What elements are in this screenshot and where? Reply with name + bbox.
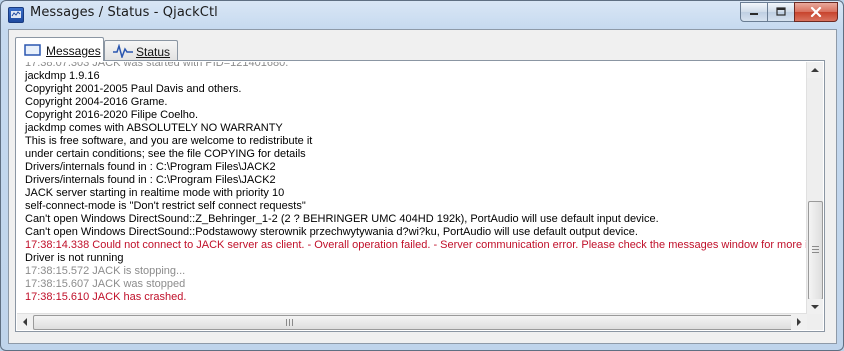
arrow-down-icon [811,305,819,309]
client-area: Messages Status 17:38:07.303 JACK was st… [8,29,837,344]
maximize-button[interactable] [767,2,795,22]
log-line: JACK server starting in realtime mode wi… [25,187,285,199]
title-bar[interactable]: Messages / Status - QjackCtl [1,1,843,29]
scroll-left-button[interactable] [17,314,33,330]
scrollbar-corner [807,314,823,330]
log-line: Can't open Windows DirectSound::Z_Behrin… [25,213,659,225]
log-line: 17:38:15.572 JACK is stopping... [25,265,186,277]
messages-icon [24,44,41,60]
log-line: 17:38:14.338 Could not connect to JACK s… [25,239,807,251]
tab-messages-label: Messages [46,44,101,58]
log-line: Can't open Windows DirectSound::Podstawo… [25,226,638,238]
scroll-down-button[interactable] [807,299,823,315]
scroll-right-button[interactable] [791,314,807,330]
log-line: Driver is not running [25,252,124,264]
tab-status-label: Status [136,45,171,59]
log-line: self-connect-mode is "Don't restrict sel… [25,200,306,212]
log-line: This is free software, and you are welco… [25,135,313,147]
messages-panel: 17:38:07.303 JACK was started with PID=1… [15,60,825,332]
log-line: 17:38:15.610 JACK has crashed. [25,291,187,303]
status-icon [113,43,133,61]
maximize-icon [776,7,786,16]
minimize-icon [750,13,758,15]
messages-status-window: Messages / Status - QjackCtl Messages St… [0,0,844,351]
close-button[interactable] [794,2,838,22]
arrow-right-icon [797,318,801,326]
window-title: Messages / Status - QjackCtl [30,5,218,20]
log-line: Copyright 2001-2005 Paul Davis and other… [25,83,242,95]
log-line: Drivers/internals found in : C:\Program … [25,174,276,186]
tab-messages[interactable]: Messages [15,37,104,61]
log-line: 17:38:07.303 JACK was started with PID=1… [25,62,289,69]
log-line: 17:38:15.607 JACK was stopped [25,278,186,290]
qjackctl-app-icon [8,7,24,23]
arrow-left-icon [23,318,27,326]
messages-log[interactable]: 17:38:07.303 JACK was started with PID=1… [17,62,807,315]
vertical-scrollbar[interactable] [806,62,823,315]
arrow-up-icon [811,68,819,72]
tab-status[interactable]: Status [104,40,178,60]
log-line: jackdmp 1.9.16 [25,70,100,82]
log-line: jackdmp comes with ABSOLUTELY NO WARRANT… [25,122,283,134]
log-line: Drivers/internals found in : C:\Program … [25,161,276,173]
log-line: Copyright 2004-2016 Grame. [25,96,168,108]
vertical-scroll-thumb[interactable] [808,201,823,300]
log-line: under certain conditions; see the file C… [25,148,306,160]
scroll-up-button[interactable] [807,62,823,78]
close-icon [810,6,822,18]
log-line: Copyright 2016-2020 Filipe Coelho. [25,109,199,121]
minimize-button[interactable] [740,2,768,22]
horizontal-scroll-thumb[interactable] [33,315,793,330]
horizontal-scrollbar[interactable] [17,313,807,330]
